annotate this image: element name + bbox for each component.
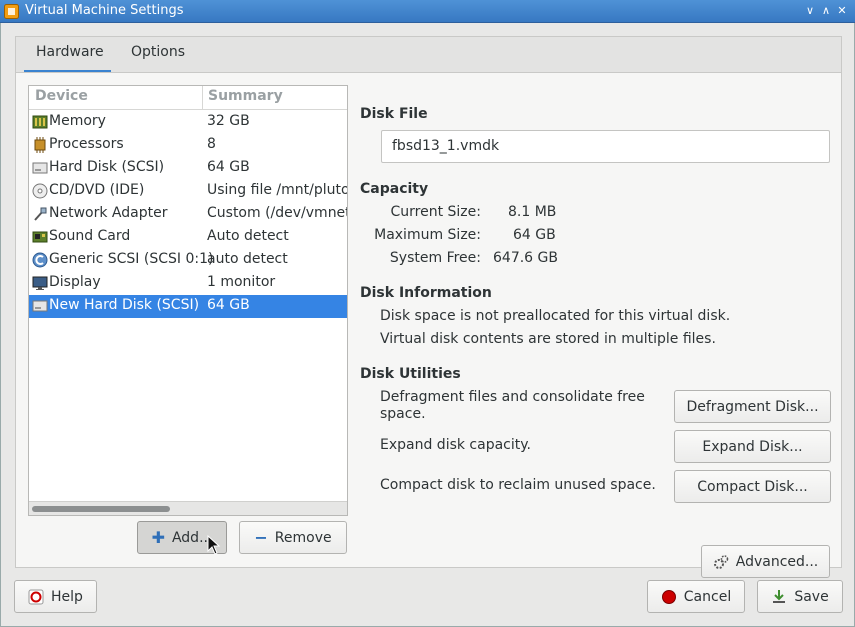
help-button-label: Help: [51, 588, 83, 605]
disk-utilities-heading: Disk Utilities: [360, 366, 461, 382]
hard-disk-icon: [32, 162, 48, 174]
disk-info-line-2: Virtual disk contents are stored in mult…: [380, 331, 716, 347]
compact-description: Compact disk to reclaim unused space.: [380, 477, 656, 493]
device-name: Memory: [49, 113, 106, 129]
system-free-value: 647.6 GB: [493, 250, 558, 266]
display-icon: [32, 276, 48, 290]
device-summary: Custom (/dev/vmnet2: [207, 205, 347, 221]
current-size-value: 8.1 MB: [508, 204, 557, 220]
advanced-button[interactable]: Advanced...: [701, 545, 830, 578]
stop-icon: [661, 589, 676, 604]
device-row-sound-card[interactable]: Sound Card Auto detect: [29, 226, 347, 249]
tab-hardware[interactable]: Hardware: [24, 37, 111, 73]
device-row-display[interactable]: Display 1 monitor: [29, 272, 347, 295]
help-icon: [28, 589, 44, 604]
device-name: Sound Card: [49, 228, 131, 244]
device-summary: Using file /mnt/pluto/s: [207, 182, 347, 198]
gears-icon: [713, 554, 729, 569]
hard-disk-icon: [32, 300, 48, 312]
device-summary: 8: [207, 136, 216, 152]
disk-file-field[interactable]: fbsd13_1.vmdk: [381, 130, 830, 163]
horizontal-scrollbar[interactable]: [29, 501, 347, 515]
window-title: Virtual Machine Settings: [25, 3, 184, 18]
device-row-cd-dvd[interactable]: CD/DVD (IDE) Using file /mnt/pluto/s: [29, 180, 347, 203]
disk-file-heading: Disk File: [360, 106, 428, 122]
column-header-device[interactable]: Device: [35, 88, 88, 104]
device-name: New Hard Disk (SCSI): [49, 297, 200, 313]
hardware-panel: Device Summary Memory 32 GB Processors 8…: [15, 72, 842, 578]
device-row-processors[interactable]: Processors 8: [29, 134, 347, 157]
device-row-network-adapter[interactable]: Network Adapter Custom (/dev/vmnet2: [29, 203, 347, 226]
device-summary: auto detect: [207, 251, 288, 267]
chevron-down-icon[interactable]: ∨: [802, 3, 818, 19]
plus-icon: ✚: [151, 528, 165, 547]
device-name: Processors: [49, 136, 124, 152]
device-summary: 64 GB: [207, 159, 250, 175]
device-summary: 1 monitor: [207, 274, 276, 290]
tab-bar: Hardware Options: [15, 36, 842, 73]
compact-disk-button[interactable]: Compact Disk...: [674, 470, 831, 503]
expand-description: Expand disk capacity.: [380, 437, 531, 453]
download-icon: [773, 589, 786, 603]
device-row-generic-scsi[interactable]: Generic SCSI (SCSI 0:1) auto detect: [29, 249, 347, 272]
minus-icon: −: [254, 528, 268, 547]
maximum-size-label: Maximum Size:: [374, 227, 481, 243]
device-name: Hard Disk (SCSI): [49, 159, 165, 175]
capacity-heading: Capacity: [360, 181, 429, 197]
chevron-up-icon[interactable]: ∧: [818, 3, 834, 19]
device-name: Display: [49, 274, 101, 290]
maximum-size-value: 64 GB: [513, 227, 556, 243]
processor-icon: [34, 137, 46, 153]
device-list-header: Device Summary: [29, 86, 347, 110]
disk-info-line-1: Disk space is not preallocated for this …: [380, 308, 731, 324]
tab-options[interactable]: Options: [119, 37, 191, 73]
device-row-hard-disk[interactable]: Hard Disk (SCSI) 64 GB: [29, 157, 347, 180]
device-row-memory[interactable]: Memory 32 GB: [29, 111, 347, 134]
device-list[interactable]: Device Summary Memory 32 GB Processors 8…: [28, 85, 348, 516]
column-header-summary[interactable]: Summary: [208, 88, 283, 104]
close-icon[interactable]: ✕: [834, 3, 850, 19]
save-button[interactable]: Save: [757, 580, 843, 613]
advanced-button-label: Advanced...: [735, 553, 819, 570]
scrollbar-thumb[interactable]: [32, 506, 170, 512]
device-name: CD/DVD (IDE): [49, 182, 145, 198]
generic-scsi-icon: [32, 252, 48, 268]
column-separator: [202, 86, 203, 110]
device-summary: 32 GB: [207, 113, 250, 129]
remove-button[interactable]: − Remove: [239, 521, 347, 554]
vmware-app-icon: [4, 4, 19, 19]
disk-information-heading: Disk Information: [360, 285, 492, 301]
expand-disk-button[interactable]: Expand Disk...: [674, 430, 831, 463]
mouse-cursor-icon: [207, 535, 221, 555]
current-size-label: Current Size:: [390, 204, 482, 220]
help-button[interactable]: Help: [14, 580, 97, 613]
defragment-disk-button[interactable]: Defragment Disk...: [674, 390, 831, 423]
defragment-description-line-2: space.: [380, 406, 426, 422]
device-summary: Auto detect: [207, 228, 289, 244]
device-summary: 64 GB: [207, 297, 250, 313]
system-free-label: System Free:: [389, 250, 481, 266]
cd-dvd-icon: [32, 183, 48, 199]
cancel-button-label: Cancel: [683, 588, 732, 605]
remove-button-label: Remove: [274, 529, 332, 546]
network-adapter-icon: [34, 207, 47, 221]
memory-icon: [32, 115, 48, 129]
title-bar: Virtual Machine Settings ∨ ∧ ✕: [0, 0, 855, 23]
save-button-label: Save: [794, 588, 829, 605]
defragment-description-line-1: Defragment files and consolidate free: [380, 389, 645, 405]
device-row-new-hard-disk[interactable]: New Hard Disk (SCSI) 64 GB: [29, 295, 347, 318]
dialog-body: Hardware Options Device Summary Memory 3…: [0, 23, 855, 627]
device-name: Network Adapter: [49, 205, 168, 221]
device-name: Generic SCSI (SCSI 0:1): [49, 251, 214, 267]
sound-card-icon: [32, 231, 48, 243]
cancel-button[interactable]: Cancel: [647, 580, 745, 613]
